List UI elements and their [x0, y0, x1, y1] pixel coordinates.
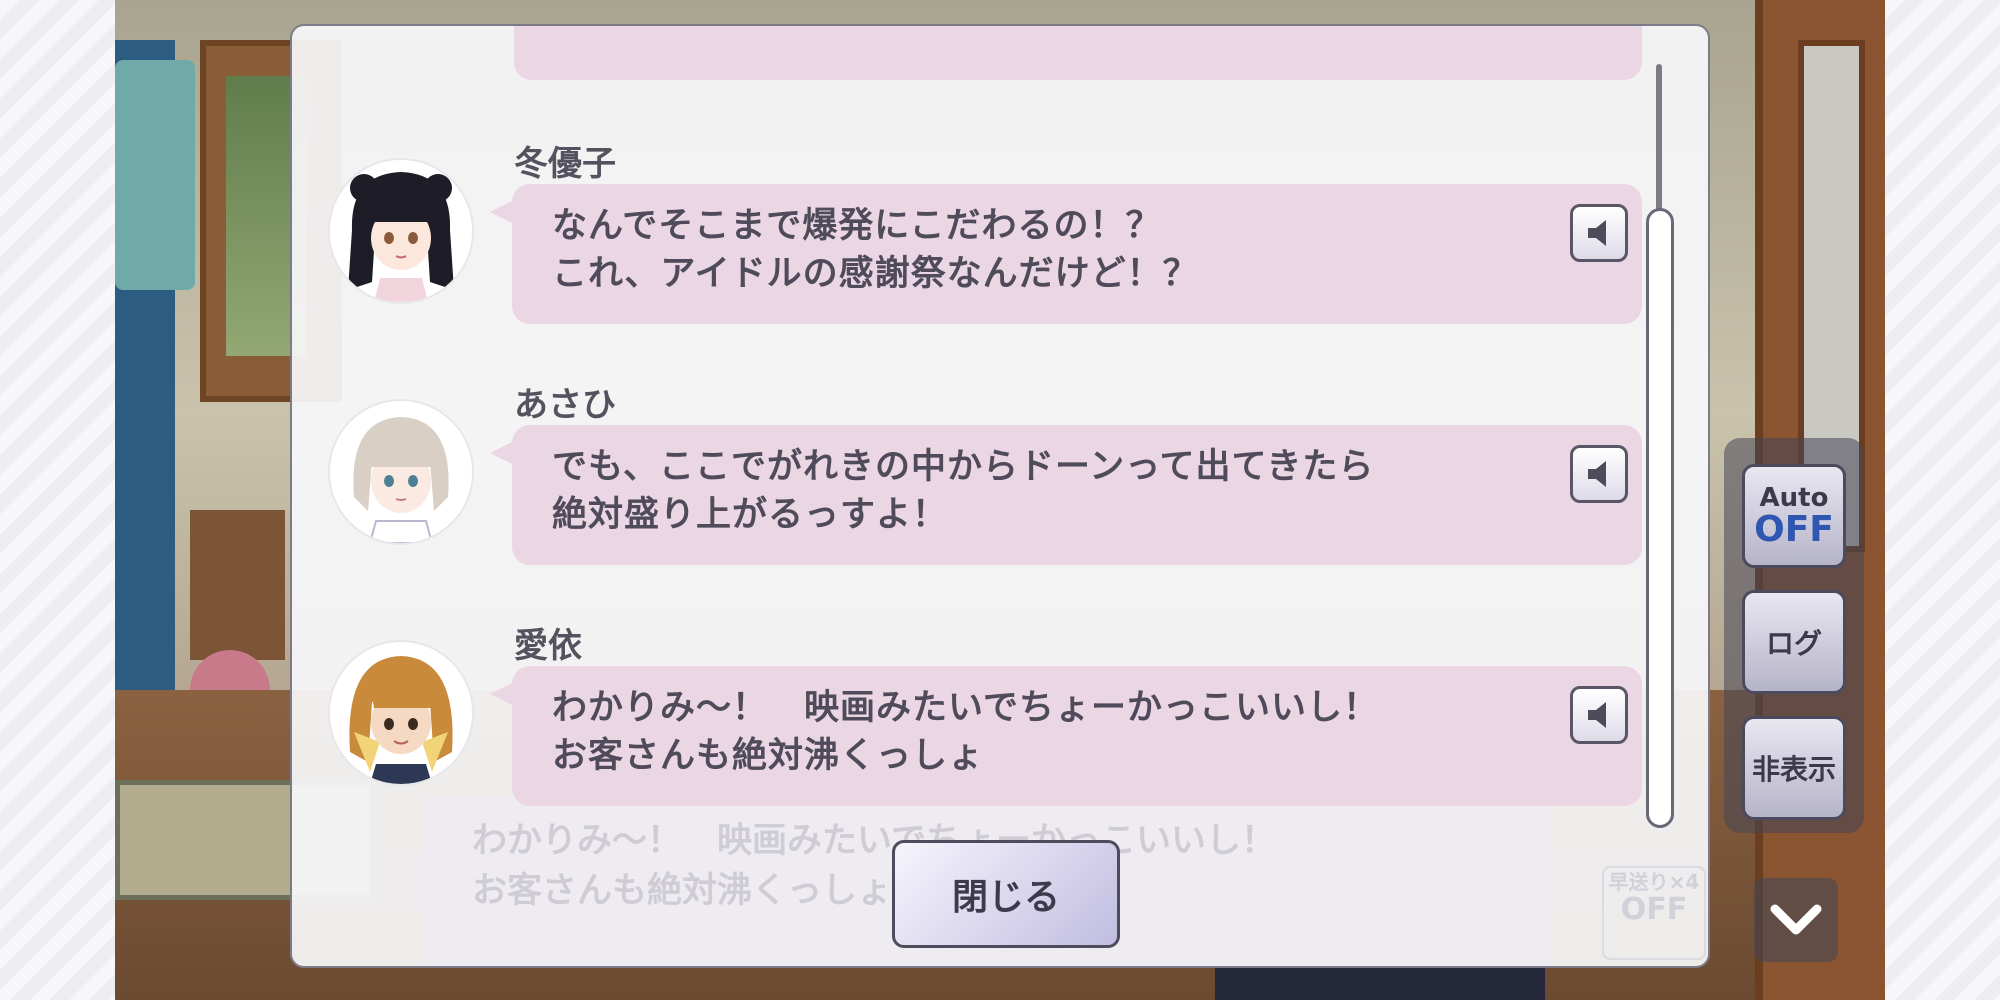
- log-dialog: わかりみ～！ 映画みたいでちょーかっこいいし！ お客さんも絶対沸くっしょ 早送り…: [290, 24, 1710, 968]
- scroll-down-button[interactable]: [1754, 878, 1838, 962]
- background-message-text: わかりみ～！ 映画みたいでちょーかっこいいし！ お客さんも絶対沸くっしょ: [472, 816, 1276, 916]
- message-bubble: なんでそこまで爆発にこだわるの！？ これ、アイドルの感謝祭なんだけど！？: [490, 184, 1642, 324]
- hide-label: 非表示: [1751, 753, 1836, 786]
- speaker-name: あさひ: [514, 385, 616, 425]
- auto-label: Auto: [1759, 483, 1829, 513]
- log-entry: あさひ でも、ここでがれきの中からドーンって出てきたら 絶対盛り上がるっすよ！: [330, 377, 1650, 567]
- message-line: 絶対盛り上がるっすよ！: [552, 495, 949, 535]
- speaker-icon: [1588, 461, 1606, 487]
- mei-avatar: [330, 642, 472, 784]
- close-button[interactable]: 閉じる: [892, 840, 1120, 948]
- character-skirt: [1215, 965, 1545, 1000]
- right-margin: [1885, 0, 2000, 1000]
- message-bubble: わかりみ～！ 映画みたいでちょーかっこいいし！ お客さんも絶対沸くっしょ: [490, 666, 1642, 806]
- fast-forward-state: OFF: [1620, 892, 1688, 927]
- voice-play-button[interactable]: [1570, 686, 1628, 744]
- scrollbar-track: [1656, 64, 1662, 214]
- speaker-icon: [1588, 220, 1606, 246]
- hide-button[interactable]: 非表示: [1742, 716, 1846, 820]
- message-line: わかりみ～！ 映画みたいでちょーかっこいいし！: [552, 688, 1379, 728]
- message-line: お客さんも絶対沸くっしょ: [552, 736, 985, 776]
- background-message-line: わかりみ～！ 映画みたいでちょーかっこいいし！: [472, 821, 1276, 861]
- scrollbar-thumb[interactable]: [1646, 208, 1674, 828]
- auto-state: OFF: [1754, 509, 1834, 550]
- message-line: これ、アイドルの感謝祭なんだけど！？: [552, 254, 1199, 294]
- previous-message-bubble: [514, 26, 1642, 80]
- chevron-down-icon: [1770, 904, 1822, 935]
- log-button[interactable]: ログ: [1742, 590, 1846, 694]
- speaker-icon: [1588, 702, 1606, 728]
- message-line: でも、ここでがれきの中からドーンって出てきたら: [552, 447, 1375, 487]
- speaker-name: 冬優子: [514, 144, 616, 184]
- message-line: なんでそこまで爆発にこだわるの！？: [552, 206, 1162, 246]
- fuyuko-avatar: [330, 160, 472, 302]
- asahi-avatar: [330, 401, 472, 543]
- auto-button[interactable]: Auto OFF: [1742, 464, 1846, 568]
- log-entry: 愛依 わかりみ～！ 映画みたいでちょーかっこいいし！ お客さんも絶対沸くっしょ: [330, 618, 1650, 808]
- log-entry: 冬優子 なんでそこまで爆発にこだわるの！？ これ、アイドルの感謝祭なんだけど！？: [330, 136, 1650, 326]
- hanging-clothes: [115, 60, 195, 290]
- speaker-name: 愛依: [514, 626, 582, 666]
- room-shelf: [190, 510, 285, 660]
- voice-play-button[interactable]: [1570, 445, 1628, 503]
- fast-forward-button: 早送り×4 OFF: [1602, 866, 1706, 960]
- message-bubble: でも、ここでがれきの中からドーンって出てきたら 絶対盛り上がるっすよ！: [490, 425, 1642, 565]
- background-message-line: お客さんも絶対沸くっしょ: [472, 871, 893, 911]
- log-label: ログ: [1765, 627, 1822, 660]
- left-margin: [0, 0, 115, 1000]
- voice-play-button[interactable]: [1570, 204, 1628, 262]
